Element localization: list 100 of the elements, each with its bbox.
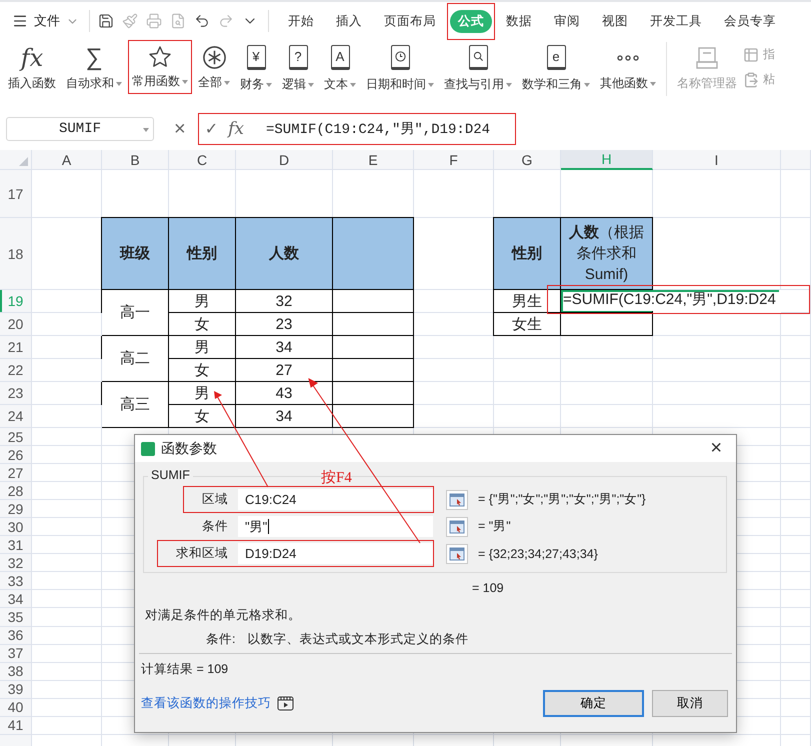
sheet-cell[interactable] xyxy=(414,382,494,405)
row-header[interactable]: 38 xyxy=(0,662,32,681)
undo-icon[interactable] xyxy=(194,13,210,29)
row-header[interactable]: 23 xyxy=(0,382,32,405)
row-header[interactable]: 24 xyxy=(0,405,32,428)
sheet-cell[interactable] xyxy=(494,336,561,359)
sheet-cell[interactable] xyxy=(781,313,811,336)
ribbon-tab[interactable]: 插入 xyxy=(328,10,370,32)
sheet-cell[interactable] xyxy=(561,405,653,428)
table-cell[interactable] xyxy=(333,290,414,313)
ribbon-tool[interactable]: fx 插入函数 xyxy=(4,40,60,94)
row-header[interactable]: 27 xyxy=(0,464,32,482)
sheet-cell[interactable] xyxy=(781,290,811,313)
ribbon-tool[interactable]: 常用函数 xyxy=(128,40,192,94)
sheet-cell[interactable] xyxy=(32,464,102,482)
column-header[interactable] xyxy=(781,150,811,170)
row-header[interactable]: 29 xyxy=(0,500,32,518)
range-select-button[interactable] xyxy=(446,544,468,564)
row-header[interactable]: 31 xyxy=(0,536,32,554)
column-header[interactable]: E xyxy=(333,150,414,170)
sheet-cell[interactable] xyxy=(781,518,811,536)
ribbon-tool[interactable]: ¥ 财务 xyxy=(236,40,276,94)
argument-field[interactable]: C19:C24 xyxy=(238,489,433,510)
sheet-cell[interactable] xyxy=(781,446,811,464)
sheet-cell[interactable] xyxy=(32,680,102,699)
argument-field[interactable]: D19:D24 xyxy=(238,543,433,564)
sheet-cell[interactable] xyxy=(32,554,102,572)
save-icon[interactable] xyxy=(98,13,114,29)
row-header[interactable]: 17 xyxy=(0,170,32,218)
sheet-cell[interactable] xyxy=(414,170,494,218)
ribbon-tool[interactable]: 其他函数 xyxy=(596,40,660,94)
sheet-cell[interactable] xyxy=(781,482,811,500)
function-button[interactable]: fx xyxy=(228,119,244,139)
sheet-cell[interactable] xyxy=(781,626,811,645)
sheet-cell[interactable] xyxy=(781,359,811,382)
sheet-cell[interactable] xyxy=(494,382,561,405)
sheet-cell[interactable] xyxy=(781,536,811,554)
sheet-cell[interactable] xyxy=(414,336,494,359)
row-header[interactable]: 37 xyxy=(0,644,32,663)
sheet-cell[interactable] xyxy=(653,170,781,218)
sheet-cell[interactable] xyxy=(414,405,494,428)
sheet-cell[interactable] xyxy=(653,359,781,382)
sheet-cell[interactable] xyxy=(781,716,811,735)
table-cell[interactable] xyxy=(561,313,653,336)
range-select-button[interactable] xyxy=(446,516,468,536)
sheet-cell[interactable] xyxy=(781,382,811,405)
sheet-cell[interactable] xyxy=(781,680,811,699)
ribbon-tab[interactable]: 审阅 xyxy=(546,10,588,32)
row-header[interactable]: 34 xyxy=(0,590,32,608)
sheet-cell[interactable] xyxy=(32,716,102,735)
row-header[interactable]: 35 xyxy=(0,608,32,627)
row-header[interactable]: 18 xyxy=(0,218,32,290)
row-header[interactable]: 26 xyxy=(0,446,32,464)
row-header[interactable]: 25 xyxy=(0,428,32,446)
sheet-cell[interactable] xyxy=(781,554,811,572)
column-header[interactable]: I xyxy=(653,150,781,170)
sheet-cell[interactable] xyxy=(32,170,102,218)
file-menu[interactable]: 文件 xyxy=(12,10,90,32)
sheet-cell[interactable] xyxy=(781,644,811,663)
name-box[interactable]: SUMIF xyxy=(6,117,154,141)
sheet-cell[interactable] xyxy=(781,590,811,608)
sheet-cell[interactable] xyxy=(653,336,781,359)
sheet-cell[interactable] xyxy=(32,698,102,717)
sheet-cell[interactable] xyxy=(32,500,102,518)
ribbon-tool[interactable]: A 文本 xyxy=(320,40,360,94)
ribbon-tab[interactable]: 视图 xyxy=(594,10,636,32)
sheet-cell[interactable] xyxy=(32,662,102,681)
help-link[interactable]: 查看该函数的操作技巧 xyxy=(141,695,271,712)
sheet-cell[interactable] xyxy=(653,313,781,336)
row-header[interactable]: 28 xyxy=(0,482,32,500)
sheet-cell[interactable] xyxy=(781,170,811,218)
table-cell[interactable] xyxy=(333,313,414,336)
row-header[interactable]: 33 xyxy=(0,572,32,590)
table-cell[interactable] xyxy=(333,382,414,405)
dialog-button[interactable]: 确定 xyxy=(543,690,644,717)
ribbon-tool[interactable]: ? 逻辑 xyxy=(278,40,318,94)
argument-field[interactable]: "男" xyxy=(238,516,433,537)
sheet-cell[interactable] xyxy=(561,336,653,359)
row-header[interactable]: 36 xyxy=(0,626,32,645)
ribbon-tool[interactable]: 日期和时间 xyxy=(362,40,438,94)
ribbon-tool[interactable]: e 数学和三角 xyxy=(518,40,594,94)
column-header[interactable]: B xyxy=(102,150,169,170)
select-all-corner[interactable] xyxy=(0,150,32,170)
ribbon-tool[interactable]: 查找与引用 xyxy=(440,40,516,94)
sheet-cell[interactable] xyxy=(32,644,102,663)
sheet-cell[interactable] xyxy=(32,590,102,608)
ribbon-tab[interactable]: 开发工具 xyxy=(642,10,710,32)
sheet-cell[interactable] xyxy=(32,359,102,382)
enter-button[interactable]: ✓ xyxy=(204,119,218,139)
column-header[interactable]: D xyxy=(236,150,333,170)
row-header[interactable]: 39 xyxy=(0,680,32,699)
dialog-button[interactable]: 取消 xyxy=(652,690,728,717)
sheet-cell[interactable] xyxy=(653,382,781,405)
row-header[interactable]: 41 xyxy=(0,716,32,735)
ribbon-tool[interactable]: 全部 xyxy=(194,40,234,94)
sheet-cell[interactable] xyxy=(414,359,494,382)
row-header[interactable]: 22 xyxy=(0,359,32,382)
ribbon-tool[interactable]: ∑ 自动求和 xyxy=(62,40,126,94)
sheet-cell[interactable] xyxy=(32,572,102,590)
sheet-cell[interactable] xyxy=(32,626,102,645)
